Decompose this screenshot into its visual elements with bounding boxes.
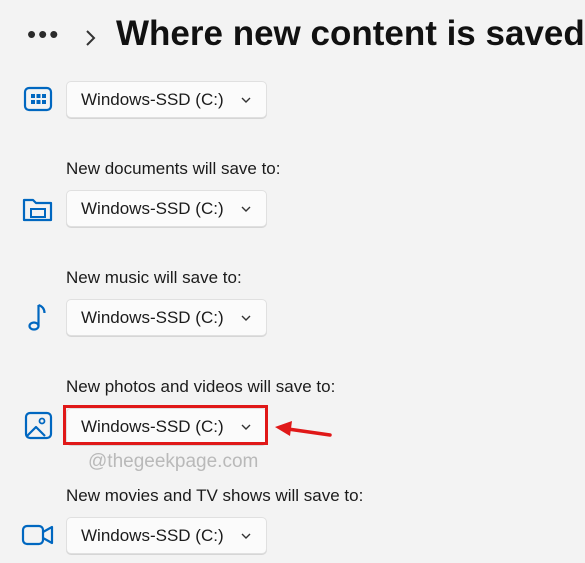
documents-folder-icon <box>22 198 53 222</box>
video-camera-icon <box>21 524 54 546</box>
more-options-button[interactable]: ••• <box>27 21 60 47</box>
chevron-down-icon <box>241 533 251 539</box>
movies-save-location-dropdown[interactable]: Windows-SSD (C:) <box>66 517 267 554</box>
movies-label: New movies and TV shows will save to: <box>66 486 364 505</box>
photos-label: New photos and videos will save to: <box>66 377 336 396</box>
music-label: New music will save to: <box>66 268 242 287</box>
dropdown-value: Windows-SSD (C:) <box>81 199 224 218</box>
chevron-down-icon <box>241 315 251 321</box>
chevron-down-icon <box>241 206 251 212</box>
dropdown-value: Windows-SSD (C:) <box>81 308 224 327</box>
breadcrumb-chevron-icon <box>86 30 96 46</box>
chevron-down-icon <box>241 97 251 103</box>
documents-label: New documents will save to: <box>66 159 281 178</box>
dropdown-value: Windows-SSD (C:) <box>81 526 224 545</box>
apps-icon <box>23 86 53 112</box>
watermark: @thegeekpage.com <box>88 451 259 472</box>
photo-icon <box>24 411 53 440</box>
dropdown-value: Windows-SSD (C:) <box>81 90 224 109</box>
music-save-location-dropdown[interactable]: Windows-SSD (C:) <box>66 299 267 336</box>
page-header: ••• Where new content is saved <box>0 0 585 72</box>
red-arrow-icon <box>275 421 332 437</box>
page-title: Where new content is saved <box>116 14 585 53</box>
apps-save-location-dropdown[interactable]: Windows-SSD (C:) <box>66 81 267 118</box>
documents-save-location-dropdown[interactable]: Windows-SSD (C:) <box>66 190 267 227</box>
highlight-box <box>63 405 268 445</box>
music-note-icon <box>28 303 46 331</box>
